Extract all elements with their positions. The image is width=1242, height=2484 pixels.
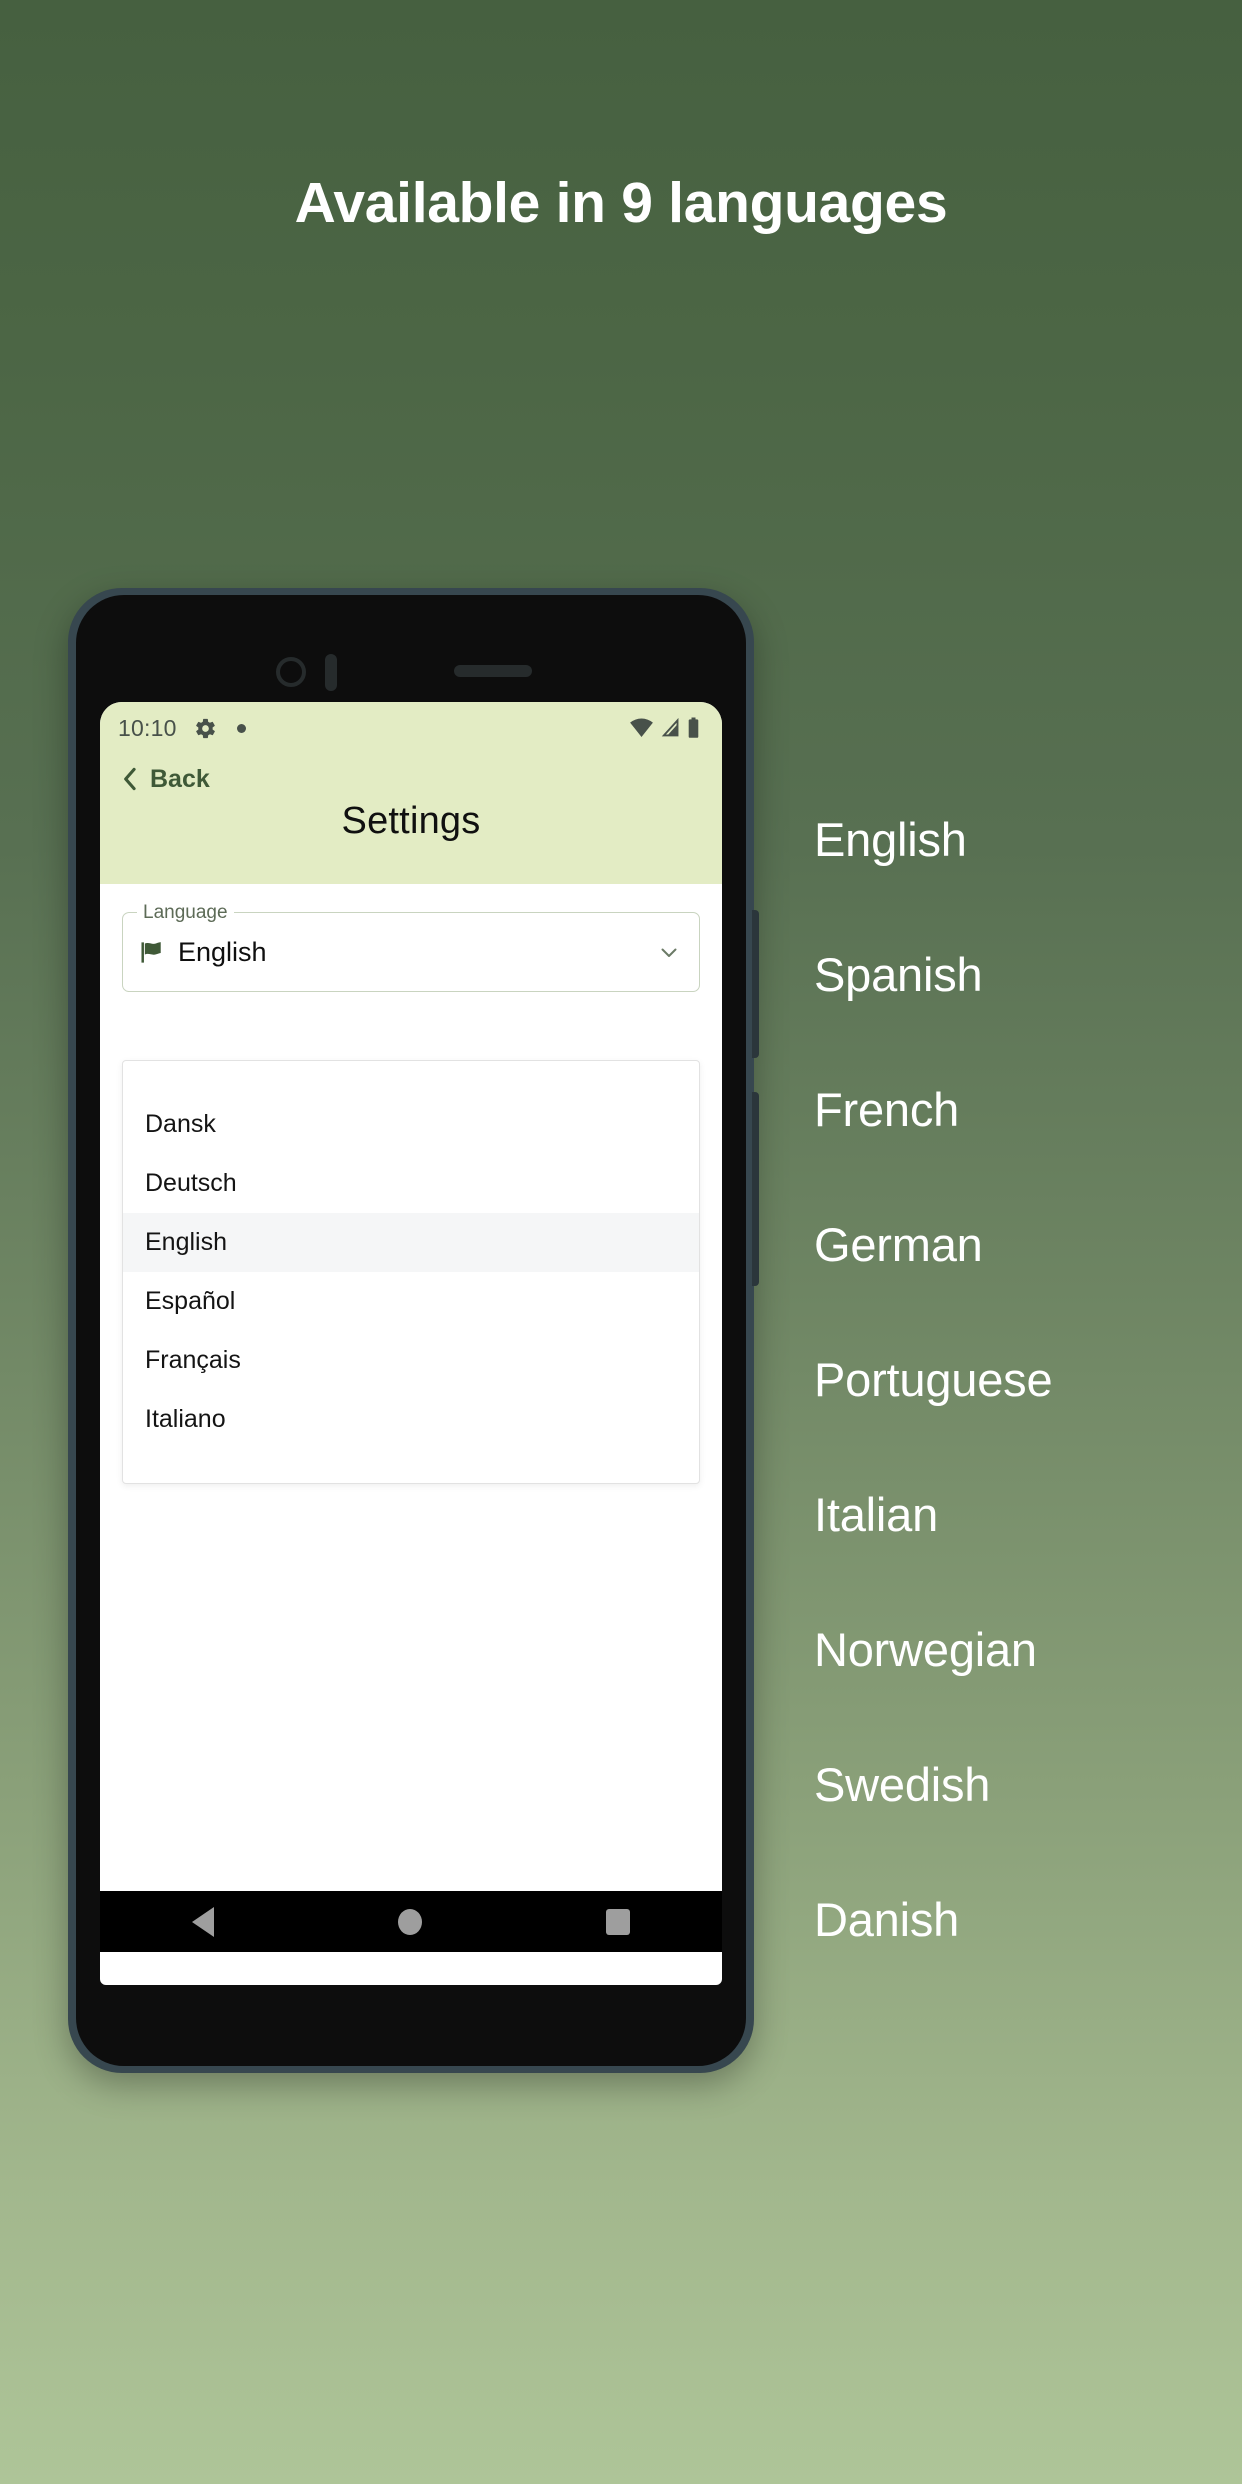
language-item-norwegian: Norwegian	[814, 1623, 1037, 1676]
cellular-signal-icon	[661, 718, 679, 737]
dot-indicator-icon	[236, 723, 246, 733]
language-field-label: Language	[137, 902, 234, 924]
language-item-spanish: Spanish	[814, 948, 983, 1001]
dropdown-option-english[interactable]: English	[123, 1213, 699, 1272]
phone-power-button[interactable]	[752, 1092, 759, 1286]
phone-mockup: 10:10 Back Settings Language English Dan…	[68, 588, 759, 2073]
android-home-icon[interactable]	[398, 1908, 422, 1935]
dropdown-option-deutsch[interactable]: Deutsch	[123, 1154, 699, 1213]
chevron-left-icon	[124, 767, 136, 791]
dropdown-bottom-padding	[123, 1449, 699, 1483]
language-item-portuguese: Portuguese	[814, 1353, 1053, 1406]
status-bar-indicators	[629, 717, 700, 739]
flag-icon	[141, 941, 161, 963]
back-button[interactable]: Back	[100, 754, 722, 796]
front-camera-icon	[276, 657, 306, 687]
phone-volume-button[interactable]	[752, 910, 759, 1058]
battery-icon	[688, 717, 699, 738]
proximity-sensor-icon	[325, 654, 337, 691]
dropdown-top-padding	[123, 1061, 699, 1095]
language-item-german: German	[814, 1218, 983, 1271]
back-button-label: Back	[150, 764, 210, 793]
phone-bezel: 10:10 Back Settings Language English Dan…	[76, 595, 746, 2066]
wifi-icon	[630, 718, 653, 737]
status-bar: 10:10	[100, 702, 722, 754]
settings-body: Language English Dansk Deutsch English E…	[100, 902, 722, 1952]
language-dropdown-list[interactable]: Dansk Deutsch English Español Français I…	[122, 1060, 700, 1484]
dropdown-option-dansk[interactable]: Dansk	[123, 1095, 699, 1154]
page-headline: Available in 9 languages	[294, 171, 948, 235]
chevron-down-icon[interactable]	[657, 940, 681, 964]
dropdown-option-italiano[interactable]: Italiano	[123, 1390, 699, 1449]
dropdown-option-espanol[interactable]: Español	[123, 1272, 699, 1331]
supported-languages-list: English Spanish French German Portuguese…	[814, 772, 1234, 1987]
app-bar: 10:10 Back Settings	[100, 702, 722, 884]
android-back-icon[interactable]	[192, 1906, 214, 1937]
gear-icon	[195, 718, 215, 738]
language-select-field[interactable]: Language English	[122, 902, 700, 992]
language-item-french: French	[814, 1083, 960, 1136]
phone-screen: 10:10 Back Settings Language English Dan…	[100, 702, 722, 1985]
language-field-value: English	[178, 936, 267, 967]
language-item-swedish: Swedish	[814, 1758, 991, 1811]
page-title: Settings	[341, 800, 481, 842]
android-recents-icon[interactable]	[606, 1908, 630, 1935]
phone-hardware-row	[76, 643, 746, 699]
dropdown-option-francais[interactable]: Français	[123, 1331, 699, 1390]
language-item-english: English	[814, 813, 967, 866]
language-item-danish: Danish	[814, 1893, 960, 1946]
android-navigation-bar	[100, 1891, 722, 1952]
status-bar-clock: 10:10	[118, 714, 177, 741]
language-item-italian: Italian	[814, 1488, 939, 1541]
earpiece-speaker-icon	[454, 665, 532, 677]
